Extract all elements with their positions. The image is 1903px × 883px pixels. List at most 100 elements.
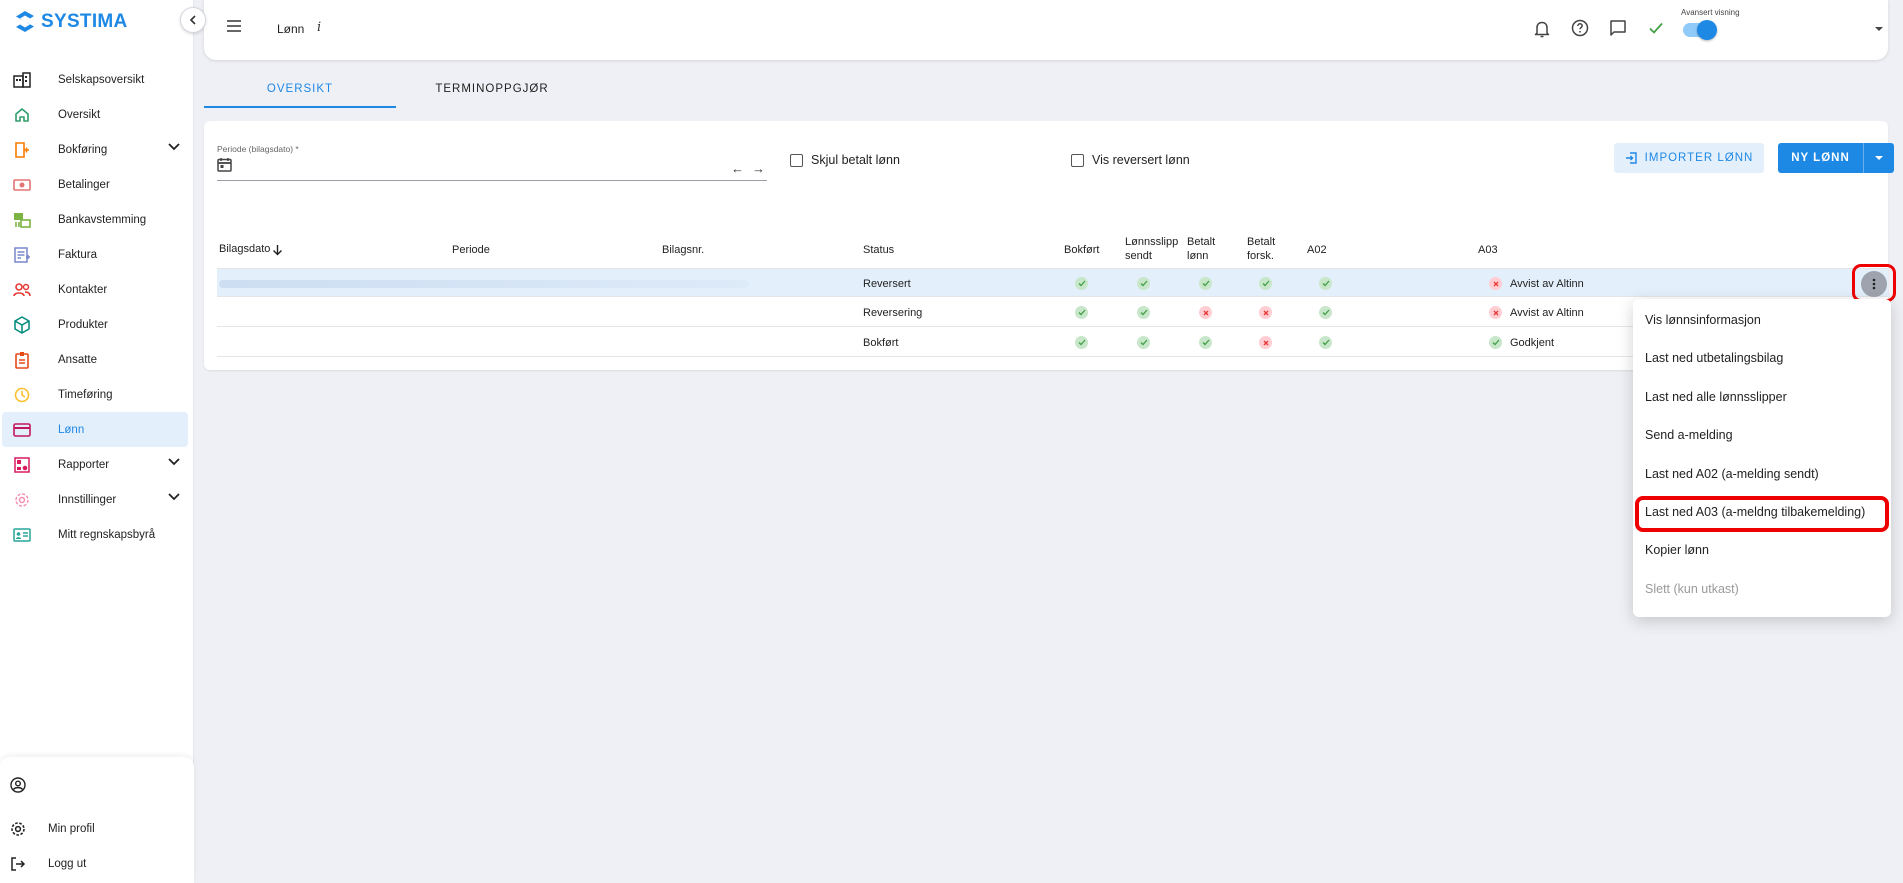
menu-item-vis-lonnsinformasjon[interactable]: Vis lønnsinformasjon	[1645, 313, 1761, 327]
betalt-lonn-status	[1199, 328, 1212, 357]
a03-status-text: Avvist av Altinn	[1510, 277, 1584, 290]
import-payroll-label: IMPORTER LØNN	[1644, 152, 1754, 164]
user-account[interactable]	[10, 777, 48, 793]
period-field[interactable]: ← →	[217, 155, 767, 181]
check-circle-icon	[1075, 277, 1088, 290]
sidebar-item-selskapsoversikt[interactable]: Selskapsoversikt	[2, 62, 188, 97]
row-actions-button[interactable]	[1861, 271, 1887, 297]
min-profil-link[interactable]: Min profil	[10, 821, 95, 837]
sidebar-item-lonn[interactable]: Lønn	[2, 412, 188, 447]
logout-icon	[10, 856, 26, 872]
check-circle-icon	[1199, 277, 1212, 290]
import-payroll-button[interactable]: IMPORTER LØNN	[1614, 143, 1764, 173]
sidebar-item-faktura[interactable]: Faktura	[2, 237, 188, 272]
sidebar-item-oversikt[interactable]: Oversikt	[2, 97, 188, 132]
show-reversed-checkbox[interactable]: Vis reversert lønn	[1071, 153, 1190, 167]
sidebar-item-ansatte[interactable]: Ansatte	[2, 342, 188, 377]
menu-item-last-ned-alle-lonnsslipper[interactable]: Last ned alle lønnsslipper	[1645, 390, 1787, 404]
sidebar-item-rapporter[interactable]: Rapporter	[2, 447, 188, 482]
a03-status-cell: Godkjent	[1489, 328, 1554, 357]
sidebar-item-timeforing[interactable]: Timeføring	[2, 377, 188, 412]
bell-icon[interactable]	[1533, 19, 1551, 39]
column-header-bokfort[interactable]: Bokført	[1064, 244, 1099, 258]
menu-item-last-ned-a02[interactable]: Last ned A02 (a-melding sendt)	[1645, 467, 1819, 481]
logg-ut-link[interactable]: Logg ut	[10, 856, 86, 872]
tab-terminoppgjor[interactable]: TERMINOPPGJØR	[396, 70, 588, 108]
column-header-label: Bilagsdato	[219, 243, 271, 255]
a02-status	[1319, 269, 1332, 298]
menu-item-kopier-lonn[interactable]: Kopier lønn	[1645, 543, 1709, 557]
chevron-down-icon[interactable]	[168, 458, 180, 466]
import-icon	[1625, 152, 1637, 164]
sidebar-item-produkter[interactable]: Produkter	[2, 307, 188, 342]
menu-item-last-ned-utbetalingsbilag[interactable]: Last ned utbetalingsbilag	[1645, 351, 1783, 365]
systima-logo[interactable]: SYSTIMA	[14, 10, 128, 34]
column-header-line: Betalt	[1187, 236, 1216, 248]
logg-ut-label: Logg ut	[48, 858, 87, 870]
column-header-status[interactable]: Status	[863, 244, 894, 258]
page-title: Lønn	[277, 22, 305, 36]
menu-item-send-a-melding[interactable]: Send a-melding	[1645, 428, 1733, 442]
sidebar-item-bankavstemming[interactable]: Bankavstemming	[2, 202, 188, 237]
new-payroll-dropdown[interactable]	[1864, 143, 1894, 173]
sidebar-item-innstillinger[interactable]: Innstillinger	[2, 482, 188, 517]
column-header-a03[interactable]: A03	[1478, 244, 1498, 258]
sidebar-item-mitt-regnskapsbyra[interactable]: Mitt regnskapsbyrå	[2, 517, 188, 552]
column-header-periode[interactable]: Periode	[452, 244, 490, 258]
hide-paid-label: Skjul betalt lønn	[811, 153, 900, 167]
chevron-down-icon[interactable]	[168, 493, 180, 501]
check-icon[interactable]	[1648, 21, 1664, 35]
sidebar-item-label: Bankavstemming	[58, 213, 147, 226]
lonnsslipp-status	[1137, 269, 1150, 298]
lonnsslipp-status	[1137, 298, 1150, 327]
check-circle-icon	[1137, 336, 1150, 349]
caret-down-icon[interactable]	[1874, 26, 1884, 32]
status-cell: Reversert	[863, 277, 911, 290]
hide-paid-checkbox[interactable]: Skjul betalt lønn	[790, 153, 900, 167]
column-header-line: sendt	[1125, 249, 1152, 262]
previous-period-arrow[interactable]: ←	[731, 161, 744, 176]
chevron-down-icon[interactable]	[168, 143, 180, 151]
column-header-lonnsslipp-sendt[interactable]: Lønnsslipp sendt	[1125, 236, 1178, 264]
betalt-lonn-status	[1199, 269, 1212, 298]
column-header-a02[interactable]: A02	[1307, 244, 1327, 258]
check-circle-icon	[1137, 277, 1150, 290]
calendar-icon[interactable]	[217, 157, 232, 172]
a02-status	[1319, 298, 1332, 327]
top-header: Lønn i Avansert visning	[204, 0, 1888, 60]
building-icon	[12, 70, 32, 90]
betalt-forsk-status	[1259, 328, 1272, 357]
sidebar-item-label: Oversikt	[58, 108, 101, 121]
menu-icon[interactable]	[226, 19, 242, 33]
sidebar-item-label: Bokføring	[58, 143, 108, 156]
column-header-betalt-lonn[interactable]: Betalt lønn	[1187, 236, 1215, 264]
status-cell: Bokført	[863, 336, 899, 349]
column-header-bilagsnr[interactable]: Bilagsnr.	[662, 244, 704, 258]
column-header-betalt-forsk[interactable]: Betalt forsk.	[1247, 236, 1275, 264]
chat-icon[interactable]	[1609, 19, 1627, 37]
more-vertical-icon	[1872, 278, 1876, 290]
sidebar-item-label: Timeføring	[58, 388, 113, 401]
new-payroll-button[interactable]: NY LØNN	[1778, 143, 1864, 173]
next-period-arrow[interactable]: →	[752, 161, 765, 176]
sidebar-item-kontakter[interactable]: Kontakter	[2, 272, 188, 307]
idcard-icon	[12, 525, 32, 545]
tab-oversikt[interactable]: OVERSIKT	[204, 70, 396, 108]
status-cell: Reversering	[863, 306, 923, 319]
sidebar-item-betalinger[interactable]: Betalinger	[2, 167, 188, 202]
help-icon[interactable]	[1571, 19, 1589, 37]
table-row[interactable]: Reversert Avvist av Altinn	[217, 268, 1888, 297]
info-icon[interactable]: i	[317, 20, 321, 35]
sidebar-item-label: Produkter	[58, 318, 108, 331]
sidebar-item-bokforing[interactable]: Bokføring	[2, 132, 188, 167]
column-header-bilagsdato[interactable]: Bilagsdato	[219, 243, 283, 257]
advanced-view-toggle[interactable]	[1683, 20, 1717, 40]
checkbox-box[interactable]	[1071, 153, 1084, 167]
sidebar-item-label: Ansatte	[58, 353, 97, 366]
collapse-sidebar-button[interactable]	[180, 7, 206, 33]
error-circle-icon	[1489, 306, 1502, 319]
sidebar-item-label: Selskapsoversikt	[58, 73, 145, 86]
checkbox-box[interactable]	[790, 153, 803, 167]
sidebar-item-label: Faktura	[58, 248, 97, 261]
bokfort-status	[1075, 328, 1088, 357]
